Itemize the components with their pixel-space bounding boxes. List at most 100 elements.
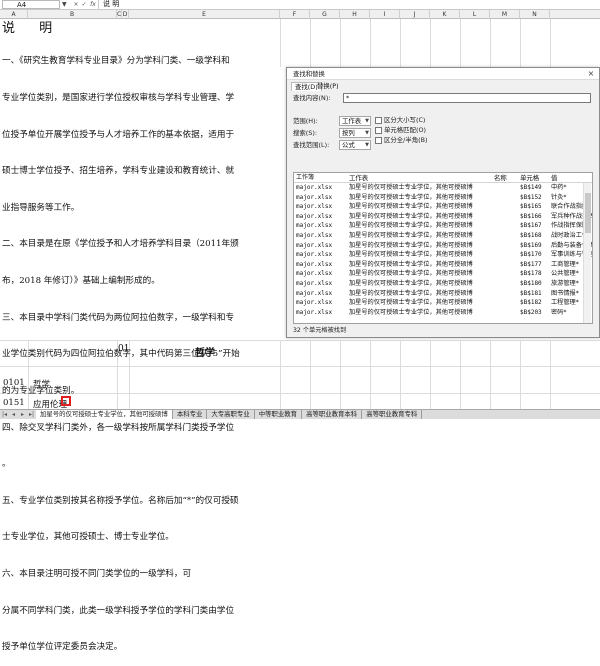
result-cell: $B$170 <box>520 251 542 259</box>
col-cell[interactable]: 单元格 <box>520 173 539 183</box>
column-header-n[interactable]: N <box>520 10 550 19</box>
col-sheet[interactable]: 工作表 <box>349 173 368 183</box>
sheet-tab-starred[interactable]: 加星号的仅可授硕士专业学位，其他可授硕博 <box>36 410 173 419</box>
result-cell: $B$167 <box>520 222 542 230</box>
result-cell: $B$149 <box>520 184 542 191</box>
grid-line <box>400 19 401 67</box>
sheet-tab-college[interactable]: 大专高职专业 <box>207 410 255 419</box>
result-workbook: major.xlsx <box>296 270 333 278</box>
grid-line <box>310 19 311 67</box>
result-row[interactable]: major.xlsx 加星号的仅可授硕士专业学位，其他可授硕博 $B$166 军兵种作… <box>294 213 592 222</box>
scope-label: 范围(H): <box>293 117 318 125</box>
result-row[interactable]: major.xlsx 加星号的仅可授硕士专业学位，其他可授硕博 $B$180 旅游管理… <box>294 280 592 289</box>
find-label: 查找内容(N): <box>293 94 331 102</box>
description-line: 业指导服务等工作。 <box>2 202 80 213</box>
search-order-select[interactable]: 按列 ▼ <box>339 128 371 138</box>
result-row[interactable]: major.xlsx 加星号的仅可授硕士专业学位，其他可授硕博 $B$170 军事训练… <box>294 251 592 260</box>
scrollbar-thumb[interactable] <box>585 193 591 233</box>
chevron-down-icon[interactable]: ▼ <box>62 0 70 9</box>
column-header-m[interactable]: M <box>490 10 520 19</box>
result-workbook: major.xlsx <box>296 299 333 307</box>
column-header-h[interactable]: H <box>340 10 370 19</box>
formula-input[interactable]: 说 明 <box>98 0 600 9</box>
result-row[interactable]: major.xlsx 加星号的仅可授硕士专业学位，其他可授硕博 $B$181 图书情报… <box>294 290 592 299</box>
result-row[interactable]: major.xlsx 加星号的仅可授硕士专业学位，其他可授硕博 $B$165 联合作战… <box>294 203 592 212</box>
result-row[interactable]: major.xlsx 加星号的仅可授硕士专业学位，其他可授硕博 $B$168 战时政治… <box>294 232 592 241</box>
description-cell[interactable]: 一、《研究生教育学科专业目录》分为学科门类、一级学科和 专业学位类别，是国家进行… <box>2 31 282 666</box>
confirm-entry-icon[interactable]: ✓ <box>80 0 88 9</box>
prev-sheet-icon[interactable]: ◂ <box>9 410 18 419</box>
result-row[interactable]: major.xlsx 加星号的仅可授硕士专业学位，其他可授硕博 $B$167 作战指挥… <box>294 222 592 231</box>
sheet-tab-undergrad[interactable]: 本科专业 <box>173 410 208 419</box>
subject-code-cell[interactable]: 0101 <box>3 378 25 388</box>
match-case-checkbox[interactable] <box>375 117 382 124</box>
description-line: 授予单位学位评定委员会决定。 <box>2 642 123 653</box>
last-sheet-icon[interactable]: ▸| <box>27 410 36 419</box>
results-list[interactable]: 工作簿 工作表 名称 单元格 值 major.xlsx 加星号的仅可授硕士专业学位… <box>293 172 593 324</box>
result-cell: $B$168 <box>520 232 542 239</box>
match-entire-cell-checkbox[interactable] <box>375 127 382 134</box>
grid-line <box>550 19 551 67</box>
result-row[interactable]: major.xlsx 加星号的仅可授硕士专业学位，其他可授硕博 $B$169 后勤与装… <box>294 242 592 251</box>
sheet-tab-vocational-college[interactable]: 高等职业教育专科 <box>362 410 423 419</box>
grid-line <box>310 340 311 409</box>
result-value: 工程管理* <box>551 299 579 307</box>
result-row[interactable]: major.xlsx 加星号的仅可授硕士专业学位，其他可授硕博 $B$152 针灸* <box>294 194 592 203</box>
next-sheet-icon[interactable]: ▸ <box>18 410 27 419</box>
result-sheet: 加星号的仅可授硕士专业学位，其他可授硕博 <box>349 193 473 201</box>
find-input[interactable]: * <box>343 93 591 103</box>
column-header-i[interactable]: I <box>370 10 400 19</box>
chevron-down-icon: ▼ <box>365 142 369 148</box>
first-sheet-icon[interactable]: |◂ <box>0 410 9 419</box>
search-order-value: 按列 <box>342 129 355 137</box>
scope-value: 工作表 <box>342 117 362 125</box>
result-row[interactable]: major.xlsx 加星号的仅可授硕士专业学位，其他可授硕博 $B$203 密码* <box>294 309 592 318</box>
column-header-e[interactable]: E <box>129 10 280 19</box>
category-name-cell[interactable]: 哲学 <box>195 344 215 359</box>
cancel-entry-icon[interactable]: × <box>72 0 80 9</box>
result-row[interactable]: major.xlsx 加星号的仅可授硕士专业学位，其他可授硕博 $B$178 公共管理… <box>294 270 592 279</box>
column-header-f[interactable]: F <box>280 10 310 19</box>
tab-replace[interactable]: 替换(P) <box>314 82 342 91</box>
col-name[interactable]: 名称 <box>494 173 507 183</box>
dialog-titlebar[interactable]: 查找和替换 × <box>287 68 599 80</box>
grid-line <box>460 19 461 67</box>
col-workbook[interactable]: 工作簿 <box>296 173 314 183</box>
close-icon[interactable]: × <box>585 68 597 79</box>
sheet-tab-secondary[interactable]: 中等职业教育 <box>255 410 303 419</box>
results-scrollbar[interactable] <box>583 183 591 323</box>
selected-cell-highlight <box>61 396 71 406</box>
result-row[interactable]: major.xlsx 加星号的仅可授硕士专业学位，其他可授硕博 $B$177 工商管理… <box>294 261 592 270</box>
scope-select[interactable]: 工作表 ▼ <box>339 116 371 126</box>
column-header-g[interactable]: G <box>310 10 340 19</box>
sheet-tab-vocational-bachelor[interactable]: 高等职业教育本科 <box>302 410 363 419</box>
subject-name-cell[interactable]: 哲学 <box>33 378 50 390</box>
lookin-select[interactable]: 公式 ▼ <box>339 140 371 150</box>
description-line: 三、本目录中学科门类代码为两位阿拉伯数字，一级学科和专 <box>2 312 235 323</box>
result-workbook: major.xlsx <box>296 232 333 239</box>
grid-line <box>490 19 491 67</box>
description-line: 硕士博士学位授予、招生培养，学科专业建设和教育统计、就 <box>2 166 235 177</box>
result-workbook: major.xlsx <box>296 212 333 220</box>
col-value[interactable]: 值 <box>551 173 557 183</box>
result-workbook: major.xlsx <box>296 289 333 297</box>
result-value: 针灸* <box>551 193 567 201</box>
result-row[interactable]: major.xlsx 加星号的仅可授硕士专业学位，其他可授硕博 $B$149 中药* <box>294 184 592 193</box>
insert-function-icon[interactable]: fx <box>88 0 98 9</box>
column-header-l[interactable]: L <box>460 10 490 19</box>
category-code-cell[interactable]: 01 <box>118 344 129 354</box>
result-cell: $B$180 <box>520 280 542 287</box>
result-workbook: major.xlsx <box>296 241 333 249</box>
result-sheet: 加星号的仅可授硕士专业学位，其他可授硕博 <box>349 212 473 220</box>
match-width-checkbox[interactable] <box>375 137 382 144</box>
name-box[interactable]: A4 <box>2 0 60 9</box>
result-cell: $B$177 <box>520 260 542 268</box>
result-sheet: 加星号的仅可授硕士专业学位，其他可授硕博 <box>349 251 473 259</box>
result-row[interactable]: major.xlsx 加星号的仅可授硕士专业学位，其他可授硕博 $B$182 工程管理… <box>294 299 592 308</box>
column-header-k[interactable]: K <box>430 10 460 19</box>
grid-line <box>490 340 491 409</box>
column-header-j[interactable]: J <box>400 10 430 19</box>
column-header-d[interactable]: D <box>122 10 129 19</box>
subject-code-cell[interactable]: 0151 <box>3 398 25 408</box>
description-line: 布，2018 年修订）》基础上编制形成的。 <box>2 276 160 287</box>
